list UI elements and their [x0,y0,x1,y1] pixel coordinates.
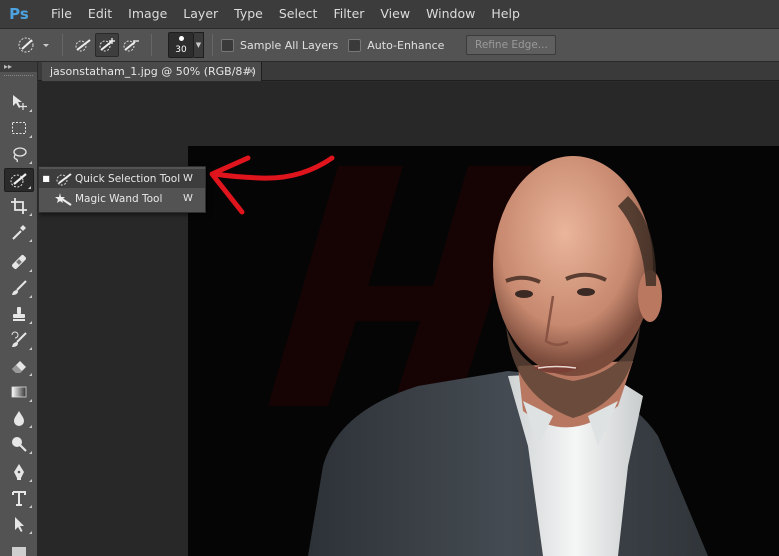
menu-file[interactable]: File [43,0,80,28]
brush-subtract-icon [123,40,139,52]
rectangle-tool[interactable] [4,538,34,556]
history-brush-icon [11,331,27,347]
healing-brush-tool[interactable] [4,250,34,274]
marquee-tool[interactable] [4,116,34,140]
brush-size-value: 30 [175,45,187,55]
flyout-item-label: Magic Wand Tool [75,192,163,205]
document-tab-bar: jasonstatham_1.jpg @ 50% (RGB/8#) × [38,62,779,81]
panel-grip[interactable] [4,75,33,79]
brush-new-icon [75,39,91,52]
dodge-tool[interactable] [4,432,34,456]
brush-add-icon [99,38,115,52]
path-selection-icon [15,517,24,532]
crop-icon [11,198,27,214]
type-icon [12,491,26,506]
eyedropper-icon [12,225,26,240]
separator [212,34,213,56]
tool-flyout-menu: ■ Quick Selection Tool W Magic Wand Tool… [38,166,206,213]
history-brush-tool[interactable] [4,328,34,352]
path-selection-tool[interactable] [4,512,34,536]
crop-tool[interactable] [4,194,34,218]
brush-icon [12,280,27,295]
add-to-selection-mode[interactable] [95,33,119,57]
menu-edit[interactable]: Edit [80,0,120,28]
menu-layer[interactable]: Layer [175,0,226,28]
quick-selection-icon [53,171,75,187]
separator [151,34,152,56]
clone-stamp-icon [13,307,25,321]
auto-enhance-checkbox[interactable] [348,38,362,52]
new-selection-mode[interactable] [71,33,95,57]
options-bar: 30 ▼ Sample All Layers Auto-Enhance Refi… [0,28,779,62]
pen-tool[interactable] [4,460,34,484]
pen-icon [14,464,24,480]
type-tool[interactable] [4,486,34,510]
menu-view[interactable]: View [372,0,418,28]
marquee-icon [12,122,26,134]
menu-filter[interactable]: Filter [325,0,372,28]
menu-bar: Ps File Edit Image Layer Type Select Fil… [0,0,779,28]
blur-icon [14,411,24,426]
menu-select[interactable]: Select [271,0,326,28]
document-tab[interactable]: jasonstatham_1.jpg @ 50% (RGB/8#) × [42,62,262,81]
flyout-item-shortcut: W [183,173,193,184]
flyout-item-magic-wand[interactable]: Magic Wand Tool W [39,189,205,208]
lasso-tool[interactable] [4,142,34,166]
blur-tool[interactable] [4,406,34,430]
annotation-arrow-icon [209,155,335,215]
menu-type[interactable]: Type [226,0,271,28]
flyout-item-label: Quick Selection Tool [75,172,181,185]
brush-picker-dropdown[interactable]: ▼ [194,32,204,58]
auto-enhance-label: Auto-Enhance [367,38,445,52]
tools-panel: ▸▸ [0,62,38,556]
flyout-item-quick-selection[interactable]: ■ Quick Selection Tool W [39,169,205,188]
brush-size-picker[interactable]: 30 [168,32,194,58]
quick-selection-tool[interactable] [4,168,34,192]
magic-wand-icon [53,191,75,207]
sample-all-layers-label: Sample All Layers [240,38,339,52]
dodge-icon [12,437,27,452]
brush-tool[interactable] [4,276,34,300]
subtract-from-selection-mode[interactable] [119,33,143,57]
move-tool[interactable] [4,90,34,114]
quick-selection-icon [18,37,49,53]
quick-selection-icon [10,173,27,188]
selected-bullet-icon: ■ [42,174,50,183]
healing-brush-icon [12,255,26,269]
rectangle-icon [12,547,26,556]
lasso-icon [13,147,27,163]
menu-image[interactable]: Image [120,0,175,28]
eraser-icon [12,361,26,373]
move-icon [13,95,27,110]
separator [62,34,63,56]
flyout-item-shortcut: W [183,193,193,204]
panel-collapse-icon[interactable]: ▸▸ [0,62,37,72]
menu-help[interactable]: Help [483,0,528,28]
gradient-icon [11,386,27,398]
document-tab-title: jasonstatham_1.jpg @ 50% (RGB/8#) [50,65,256,78]
tool-preset-picker[interactable] [14,33,54,57]
gradient-tool[interactable] [4,380,34,404]
eraser-tool[interactable] [4,354,34,378]
photoshop-logo: Ps [9,5,29,23]
eyedropper-tool[interactable] [4,220,34,244]
refine-edge-button[interactable]: Refine Edge... [466,35,557,55]
clone-stamp-tool[interactable] [4,302,34,326]
brush-tip-icon [179,36,184,41]
close-icon[interactable]: × [247,62,255,81]
menu-window[interactable]: Window [418,0,483,28]
sample-all-layers-checkbox[interactable] [221,38,234,52]
